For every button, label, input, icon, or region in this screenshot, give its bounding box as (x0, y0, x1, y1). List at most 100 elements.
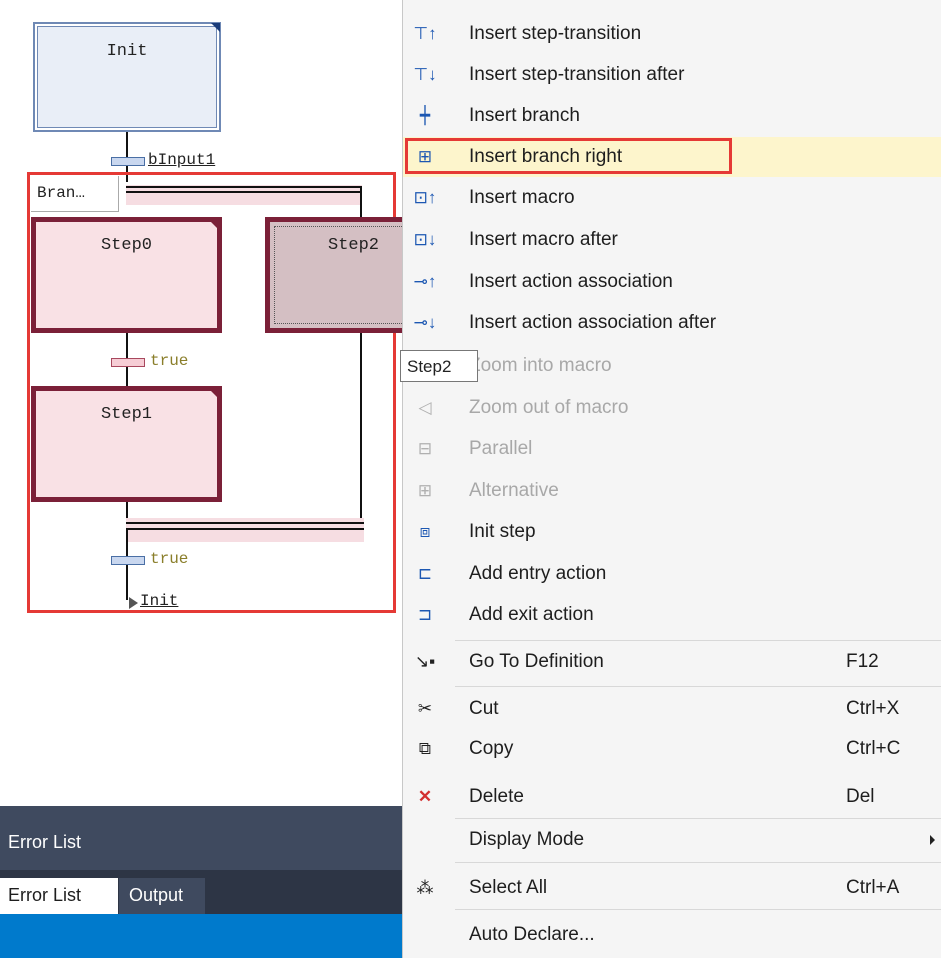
tab-output-label: Output (129, 885, 184, 905)
transition-marker[interactable] (111, 157, 145, 166)
step1-corner-icon (210, 390, 218, 398)
menu-item-add-entry-action[interactable]: ⊏ Add entry action (403, 554, 941, 594)
menu-item-auto-declare[interactable]: Auto Declare... (403, 915, 941, 955)
menu-item-label: Alternative (469, 480, 559, 501)
connector-line (126, 530, 128, 600)
menu-item-label: Insert step-transition after (469, 64, 685, 85)
menu-item-insert-macro[interactable]: ⊡↑ Insert macro (403, 178, 941, 218)
menu-item-shortcut: Del (846, 786, 875, 807)
insert-step-transition-icon: ⊤↑ (413, 24, 437, 43)
menu-item-insert-branch-right[interactable]: ⊞ Insert branch right (403, 137, 941, 177)
insert-macro-after-icon: ⊡↓ (413, 230, 437, 249)
branch-label: Bran… (37, 184, 86, 202)
menu-item-shortcut: Ctrl+C (846, 738, 901, 759)
menu-item-label: Cut (469, 698, 499, 719)
menu-item-insert-step-transition[interactable]: ⊤↑ Insert step-transition (403, 14, 941, 54)
insert-action-association-icon: ⊸↑ (413, 272, 437, 291)
menu-item-shortcut: Ctrl+X (846, 698, 900, 719)
zoom-out-of-macro-icon: ◁ (418, 398, 432, 417)
tab-error-list-label: Error List (8, 885, 82, 905)
menu-item-go-to-definition[interactable]: ↘▪ Go To Definition F12 (403, 642, 941, 682)
parallel-icon: ⊟ (417, 439, 433, 458)
insert-branch-icon: ┿ (419, 106, 431, 125)
menu-item-zoom-out-of-macro[interactable]: ◁ Zoom out of macro (403, 388, 941, 428)
menu-item-select-all[interactable]: ⁂ Select All Ctrl+A (403, 868, 941, 908)
step2-label: Step2 (328, 236, 380, 255)
menu-item-label: Go To Definition (469, 651, 604, 672)
step2[interactable]: Step2 (265, 217, 415, 333)
menu-separator (455, 909, 941, 910)
menu-item-insert-action-association-after[interactable]: ⊸↓ Insert action association after (403, 303, 941, 343)
transition-bInput1-label[interactable]: bInput1 (148, 151, 215, 169)
menu-item-label: Select All (469, 877, 548, 898)
transition-true-label-2[interactable]: true (150, 550, 188, 568)
menu-item-insert-branch[interactable]: ┿ Insert branch (403, 96, 941, 136)
status-bar (0, 914, 402, 958)
branch-start-rule (126, 186, 362, 188)
cut-icon: ✂ (417, 699, 433, 718)
jump-arrow-icon (129, 597, 138, 609)
add-exit-action-icon: ⊐ (417, 605, 433, 624)
jump-target-label[interactable]: Init (140, 592, 178, 610)
menu-item-init-step[interactable]: ⧈ Init step (403, 512, 941, 552)
menu-item-add-exit-action[interactable]: ⊐ Add exit action (403, 595, 941, 635)
insert-action-association-after-icon: ⊸↓ (413, 313, 437, 332)
copy-icon: ⧉ (418, 739, 432, 758)
branch-start-rule-2 (126, 191, 362, 193)
panel-tabs: Error List Output (0, 870, 402, 914)
menu-item-zoom-into-macro[interactable]: ▷ Zoom into macro (403, 346, 941, 386)
menu-item-label: Display Mode (469, 829, 585, 850)
branch-end-rule-2 (126, 528, 364, 530)
menu-separator (455, 818, 941, 819)
insert-step-transition-after-icon: ⊤↓ (413, 65, 437, 84)
context-menu: ⊤↑ Insert step-transition ⊤↓ Insert step… (402, 0, 941, 958)
menu-item-display-mode[interactable]: Display Mode (403, 820, 941, 860)
menu-item-parallel[interactable]: ⊟ Parallel (403, 429, 941, 469)
menu-item-insert-macro-after[interactable]: ⊡↓ Insert macro after (403, 220, 941, 260)
menu-item-label: Add exit action (469, 604, 594, 625)
menu-separator (455, 686, 941, 687)
step1[interactable]: Step1 (31, 386, 222, 502)
menu-item-label: Auto Declare... (469, 924, 595, 945)
transition-marker[interactable] (111, 556, 145, 565)
menu-item-shortcut: Ctrl+A (846, 877, 900, 898)
error-list-header: Error List (0, 806, 402, 870)
menu-item-label: Zoom into macro (469, 355, 612, 376)
branch-label-box[interactable]: Bran… (31, 176, 119, 212)
menu-item-label: Insert action association after (469, 312, 717, 333)
tooltip-text: Step2 (407, 357, 452, 376)
delete-icon: ✕ (417, 787, 433, 806)
menu-item-label: Insert branch (469, 105, 580, 126)
step0-label: Step0 (100, 236, 152, 255)
init-step[interactable]: Init (33, 22, 221, 132)
menu-item-cut[interactable]: ✂ Cut Ctrl+X (403, 689, 941, 729)
menu-item-delete[interactable]: ✕ Delete Del (403, 777, 941, 817)
select-all-icon: ⁂ (416, 878, 434, 897)
tooltip: Step2 (400, 350, 478, 382)
menu-separator (455, 640, 941, 641)
menu-item-label: Copy (469, 738, 514, 759)
menu-item-insert-step-transition-after[interactable]: ⊤↓ Insert step-transition after (403, 55, 941, 95)
step0[interactable]: Step0 (31, 217, 222, 333)
branch-end-rule (126, 522, 364, 524)
tab-output[interactable]: Output (119, 878, 205, 914)
submenu-arrow-icon (930, 835, 935, 845)
menu-item-label: Insert step-transition (469, 23, 642, 44)
step1-label: Step1 (100, 405, 152, 424)
menu-item-copy[interactable]: ⧉ Copy Ctrl+C (403, 729, 941, 769)
menu-item-label: Insert macro (469, 187, 575, 208)
highlight-box (405, 138, 732, 174)
alternative-icon: ⊞ (417, 481, 433, 500)
menu-item-label: Init step (469, 521, 536, 542)
menu-item-label: Add entry action (469, 563, 607, 584)
insert-macro-icon: ⊡↑ (413, 188, 437, 207)
transition-true-label[interactable]: true (150, 352, 188, 370)
menu-item-alternative[interactable]: ⊞ Alternative (403, 471, 941, 511)
tab-error-list[interactable]: Error List (0, 878, 118, 914)
menu-item-insert-action-association[interactable]: ⊸↑ Insert action association (403, 262, 941, 302)
init-corner-icon (211, 23, 220, 32)
init-step-label: Init (106, 42, 148, 61)
transition-marker[interactable] (111, 358, 145, 367)
menu-item-shortcut: F12 (846, 651, 879, 672)
menu-item-label: Delete (469, 786, 524, 807)
